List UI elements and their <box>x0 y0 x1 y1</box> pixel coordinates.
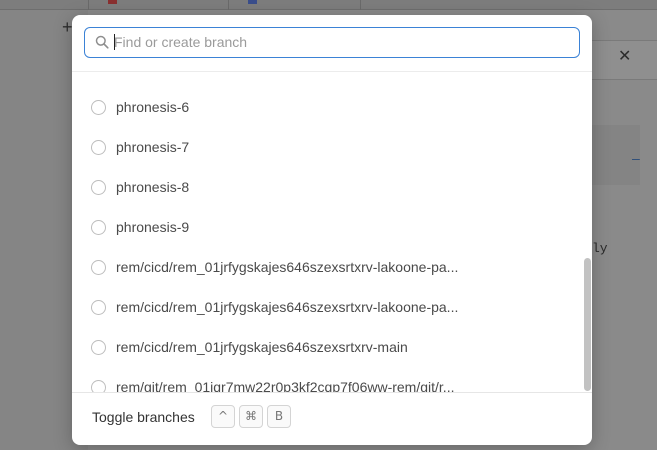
close-icon: ✕ <box>618 48 632 65</box>
branch-name: phronesis-6 <box>116 99 190 115</box>
radio-button[interactable] <box>91 339 106 355</box>
command-key-badge: ⌘ <box>239 405 263 428</box>
branch-item[interactable]: phronesis-6 <box>72 87 582 127</box>
radio-button[interactable] <box>91 379 106 392</box>
branch-name: rem/cicd/rem_01jrfygskajes646szexsrtxrv-… <box>116 299 459 315</box>
branch-item[interactable]: phronesis-8 <box>72 167 582 207</box>
radio-button[interactable] <box>91 179 106 195</box>
radio-button[interactable] <box>91 259 106 275</box>
branch-name: phronesis-8 <box>116 179 190 195</box>
control-key-badge: ^ <box>211 405 235 428</box>
plus-icon: + <box>62 17 73 37</box>
branch-picker-dialog: phronesis-6 phronesis-7 phronesis-8 phro… <box>72 15 592 445</box>
radio-button[interactable] <box>91 299 106 315</box>
branch-item[interactable]: rem/git/rem_01jqr7mw22r0p3kf2cqp7f06ww-r… <box>72 367 582 392</box>
background-text: ly <box>592 241 608 256</box>
branch-name: rem/cicd/rem_01jrfygskajes646szexsrtxrv-… <box>116 339 408 355</box>
branch-item[interactable]: rem/cicd/rem_01jrfygskajes646szexsrtxrv-… <box>72 287 582 327</box>
branch-list[interactable]: phronesis-6 phronesis-7 phronesis-8 phro… <box>72 72 592 392</box>
tab-icon <box>108 0 117 4</box>
search-field[interactable] <box>84 27 580 58</box>
branch-name: rem/git/rem_01jqr7mw22r0p3kf2cqp7f06ww-r… <box>116 379 455 392</box>
branch-name: phronesis-9 <box>116 219 190 235</box>
branch-item[interactable]: phronesis-7 <box>72 127 582 167</box>
b-key-badge: B <box>267 405 291 428</box>
branch-name: rem/cicd/rem_01jrfygskajes646szexsrtxrv-… <box>116 259 459 275</box>
tab-icon <box>248 0 257 4</box>
tab-separator <box>360 0 361 10</box>
text-caret <box>114 34 115 50</box>
branch-name: phronesis-7 <box>116 139 190 155</box>
radio-button[interactable] <box>91 139 106 155</box>
branch-item[interactable]: rem/cicd/rem_01jrfygskajes646szexsrtxrv-… <box>72 327 582 367</box>
toggle-branches-label: Toggle branches <box>92 409 195 425</box>
background-tab-bar <box>0 0 657 10</box>
tab-separator <box>88 0 89 10</box>
branch-search-input[interactable] <box>114 28 569 56</box>
search-icon <box>95 35 109 49</box>
radio-button[interactable] <box>91 219 106 235</box>
dialog-footer: Toggle branches ^ ⌘ B <box>72 393 592 445</box>
dash-icon: – <box>632 150 640 166</box>
branch-item[interactable]: phronesis-9 <box>72 207 582 247</box>
tab-separator <box>228 0 229 10</box>
scrollbar-thumb[interactable] <box>584 258 591 391</box>
branch-item[interactable]: rem/cicd/rem_01jrfygskajes646szexsrtxrv-… <box>72 247 582 287</box>
radio-button[interactable] <box>91 99 106 115</box>
